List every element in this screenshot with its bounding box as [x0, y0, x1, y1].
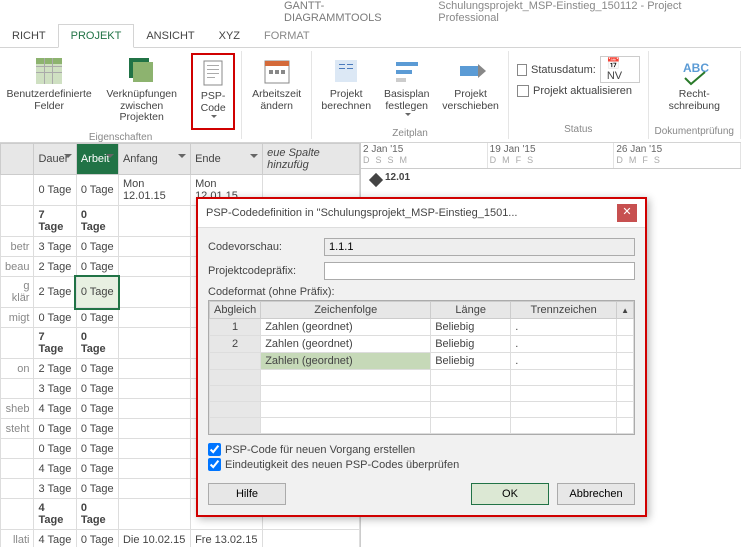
grid-row[interactable]: 1Zahlen (geordnet)Beliebig.: [210, 319, 634, 336]
custom-fields-button[interactable]: BenutzerdefinierteFelder: [6, 53, 92, 114]
column-dauer[interactable]: Dauer: [34, 144, 76, 175]
tab-xyz[interactable]: XYZ: [207, 25, 252, 47]
checkbox-input[interactable]: [208, 458, 221, 471]
psp-code-definition-dialog: PSP-Codedefinition in "Schulungsprojekt_…: [196, 197, 647, 517]
dialog-title: PSP-Codedefinition in "Schulungsprojekt_…: [206, 207, 517, 219]
grid-header[interactable]: Abgleich: [210, 302, 261, 319]
dialog-titlebar[interactable]: PSP-Codedefinition in "Schulungsprojekt_…: [198, 199, 645, 228]
milestone-icon: [369, 173, 383, 187]
create-code-checkbox[interactable]: PSP-Code für neuen Vorgang erstellen: [208, 443, 635, 456]
psp-code-button[interactable]: PSP-Code: [191, 53, 235, 130]
cancel-button[interactable]: Abbrechen: [557, 483, 635, 505]
tab-ansicht[interactable]: ANSICHT: [134, 25, 206, 47]
column-ende[interactable]: Ende: [191, 144, 263, 175]
project-prefix-label: Projektcodepräfix:: [208, 265, 318, 277]
ribbon-group-proofing: ABCRecht-schreibungDokumentprüfung: [649, 51, 741, 139]
ok-button[interactable]: OK: [471, 483, 549, 505]
abc-check-icon: ABC: [678, 55, 710, 87]
status-date-row[interactable]: Statusdatum: 📅 NV: [517, 55, 640, 84]
ribbon-group: BenutzerdefinierteFelderVerknüpfungenzwi…: [0, 51, 242, 139]
grid-row[interactable]: 2Zahlen (geordnet)Beliebig.: [210, 336, 634, 353]
code-format-label: Codeformat (ohne Präfix):: [208, 286, 635, 298]
move-icon: [455, 55, 487, 87]
code-format-grid[interactable]: AbgleichZeichenfolgeLängeTrennzeichen▲1Z…: [208, 300, 635, 435]
help-button[interactable]: Hilfe: [208, 483, 286, 505]
titlebar: GANTT-DIAGRAMMTOOLS Schulungsprojekt_MSP…: [0, 0, 741, 23]
tab-projekt[interactable]: PROJEKT: [58, 24, 135, 48]
grid-icon: [33, 55, 65, 87]
grid-header[interactable]: Trennzeichen: [511, 302, 617, 319]
project-prefix-field[interactable]: [324, 262, 635, 280]
grid-row[interactable]: Zahlen (geordnet)Beliebig.: [210, 353, 634, 370]
column-arbeit[interactable]: Arbeit: [76, 144, 118, 175]
code-preview-field: [324, 238, 635, 256]
tab-format[interactable]: FORMAT: [252, 25, 322, 47]
code-preview-label: Codevorschau:: [208, 241, 318, 253]
calc-button[interactable]: Projektberechnen: [318, 53, 374, 114]
timeline-week: 2 Jan '15DSSM: [361, 143, 488, 168]
context-tools-label: GANTT-DIAGRAMMTOOLS: [284, 0, 418, 24]
baseline-button[interactable]: Basisplanfestlegen: [378, 53, 435, 126]
spellcheck-button[interactable]: ABCRecht-schreibung: [665, 53, 724, 114]
link-icon: [126, 55, 158, 87]
update-project-row[interactable]: Projekt aktualisieren: [517, 84, 640, 98]
worktime-button[interactable]: Arbeitszeitändern: [248, 53, 305, 114]
verify-unique-checkbox[interactable]: Eindeutigkeit des neuen PSP-Codes überpr…: [208, 458, 635, 471]
calc-icon: [330, 55, 362, 87]
ribbon-tabs: RICHTPROJEKTANSICHTXYZFORMAT: [0, 23, 741, 48]
ribbon-group-status: Statusdatum: 📅 NV Projekt aktualisieren …: [509, 51, 649, 139]
milestone-label: 12.01: [385, 172, 410, 183]
grid-header[interactable]: Zeichenfolge: [261, 302, 431, 319]
close-icon[interactable]: ✕: [617, 204, 637, 222]
add-column[interactable]: eue Spalte hinzufüg: [263, 144, 360, 175]
ribbon-group: Arbeitszeitändern: [242, 51, 312, 139]
grid-header[interactable]: Länge: [431, 302, 511, 319]
timeline-week: 26 Jan '15DMFS: [614, 143, 741, 168]
cal-icon: [261, 55, 293, 87]
timeline-week: 19 Jan '15DMFS: [488, 143, 615, 168]
doc-icon: [197, 57, 229, 89]
ribbon-group: ProjektberechnenBasisplanfestlegenProjek…: [312, 51, 509, 139]
baseline-icon: [391, 55, 423, 87]
document-title: Schulungsprojekt_MSP-Einstieg_150112 - P…: [438, 0, 737, 24]
ribbon: BenutzerdefinierteFelderVerknüpfungenzwi…: [0, 48, 741, 143]
move-button[interactable]: Projektverschieben: [439, 53, 502, 114]
table-row[interactable]: llati4 Tage0 TageDie 10.02.15Fre 13.02.1…: [1, 530, 360, 548]
checkbox-input[interactable]: [208, 443, 221, 456]
links-button[interactable]: Verknüpfungenzwischen Projekten: [96, 53, 187, 126]
tab-richt[interactable]: RICHT: [0, 25, 58, 47]
column-anfang[interactable]: Anfang: [118, 144, 190, 175]
